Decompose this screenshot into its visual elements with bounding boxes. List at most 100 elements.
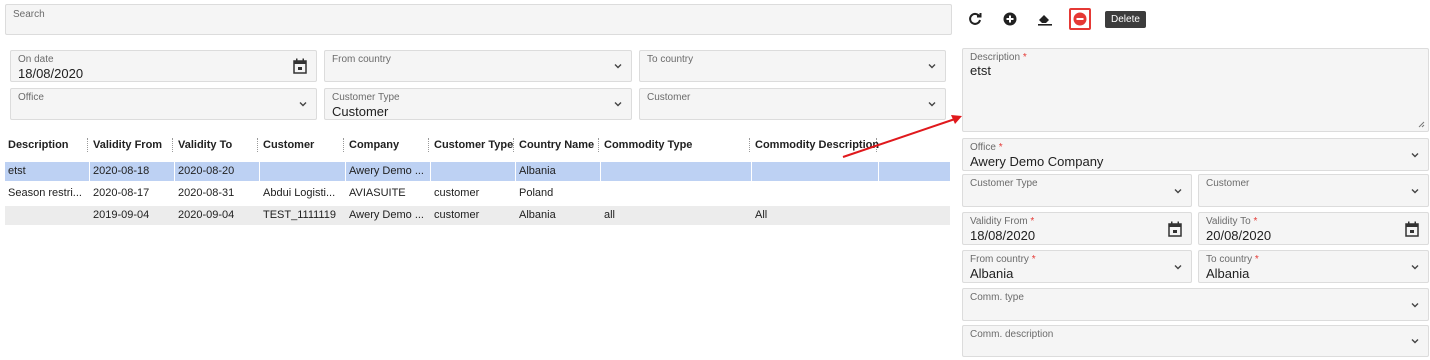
refresh-icon bbox=[969, 12, 982, 25]
table-cell bbox=[5, 206, 90, 225]
required-mark: * bbox=[1022, 52, 1027, 63]
column-header[interactable]: Country Name bbox=[513, 132, 594, 158]
chevron-down-icon bbox=[1411, 187, 1419, 195]
column-header[interactable]: Customer Type bbox=[428, 132, 513, 158]
table-cell bbox=[752, 184, 879, 203]
table-cell: TEST_1111119 bbox=[263, 209, 336, 221]
column-header[interactable]: Description bbox=[5, 132, 69, 158]
clear-button[interactable] bbox=[1034, 8, 1056, 30]
validity-to-value: 20/08/2020 bbox=[1206, 228, 1272, 243]
search-label: Search bbox=[13, 9, 45, 20]
table-row[interactable]: etst 2020-08-18 2020-08-20 Awery Demo ..… bbox=[5, 162, 950, 181]
minus-circle-icon bbox=[1073, 12, 1087, 26]
validity-from-value: 18/08/2020 bbox=[970, 228, 1036, 243]
on-date-value: 18/08/2020 bbox=[18, 66, 84, 81]
validity-to-field[interactable]: Validity To * 20/08/2020 bbox=[1198, 212, 1429, 245]
chevron-down-icon bbox=[1174, 187, 1182, 195]
column-header[interactable]: Commodity Type bbox=[598, 132, 692, 158]
chevron-down-icon bbox=[614, 100, 622, 108]
delete-tooltip: Delete bbox=[1105, 11, 1146, 28]
on-date-field[interactable]: On date 18/08/2020 bbox=[10, 50, 317, 82]
chevron-down-icon bbox=[928, 62, 936, 70]
to-country-select[interactable]: To country * Albania bbox=[1198, 250, 1429, 283]
column-header[interactable]: Commodity Description bbox=[749, 132, 879, 158]
table-row[interactable]: Season restri... 2020-08-17 2020-08-31 A… bbox=[5, 184, 950, 203]
delete-button[interactable] bbox=[1069, 8, 1091, 30]
calendar-icon[interactable] bbox=[1168, 221, 1182, 237]
column-header[interactable]: Company bbox=[343, 132, 399, 158]
chevron-down-icon bbox=[299, 100, 307, 108]
table-cell: all bbox=[604, 209, 616, 221]
chevron-down-icon bbox=[614, 62, 622, 70]
required-mark: * bbox=[1254, 254, 1259, 265]
table-cell bbox=[752, 162, 879, 181]
from-country-label: From country bbox=[970, 254, 1029, 265]
chevron-down-icon bbox=[1411, 151, 1419, 159]
calendar-icon[interactable] bbox=[293, 58, 307, 74]
comm-type-label: Comm. type bbox=[970, 292, 1024, 303]
table-cell: 2019-09-04 bbox=[93, 209, 150, 221]
office-label: Office bbox=[18, 92, 44, 103]
table-cell: AVIASUITE bbox=[349, 187, 406, 199]
table-cell: Awery Demo ... bbox=[349, 209, 424, 221]
required-mark: * bbox=[1031, 254, 1036, 265]
search-input[interactable]: Search bbox=[5, 4, 952, 35]
table-header: Description Validity From Validity To Cu… bbox=[5, 132, 950, 158]
validity-from-label: Validity From bbox=[970, 216, 1028, 227]
add-button[interactable] bbox=[999, 8, 1021, 30]
table-row[interactable]: 2019-09-04 2020-09-04 TEST_1111119 Awery… bbox=[5, 206, 950, 225]
required-mark: * bbox=[998, 142, 1003, 153]
table-cell: customer bbox=[434, 187, 480, 199]
office-label: Office bbox=[970, 142, 996, 153]
chevron-down-icon bbox=[1174, 263, 1182, 271]
to-country-filter[interactable]: To country bbox=[639, 50, 946, 82]
to-country-label: To country bbox=[647, 54, 694, 65]
from-country-select[interactable]: From country * Albania bbox=[962, 250, 1192, 283]
office-filter[interactable]: Office bbox=[10, 88, 317, 120]
office-select[interactable]: Office * Awery Demo Company bbox=[962, 138, 1429, 171]
table-cell bbox=[431, 162, 516, 181]
validity-from-field[interactable]: Validity From * 18/08/2020 bbox=[962, 212, 1192, 245]
chevron-down-icon bbox=[1411, 337, 1419, 345]
table-cell: 2020-08-20 bbox=[175, 162, 260, 181]
from-country-label: From country bbox=[332, 54, 391, 65]
calendar-icon[interactable] bbox=[1405, 221, 1419, 237]
validity-to-label: Validity To bbox=[1206, 216, 1251, 227]
column-header[interactable]: Customer bbox=[257, 132, 314, 158]
table-cell: 2020-08-31 bbox=[178, 187, 235, 199]
customer-filter[interactable]: Customer bbox=[639, 88, 946, 120]
customer-label: Customer bbox=[647, 92, 691, 103]
customer-type-select[interactable]: Customer Type bbox=[962, 174, 1192, 207]
table-cell: Abdui Logisti... bbox=[263, 187, 336, 199]
table-cell: Albania bbox=[516, 162, 601, 181]
customer-type-filter[interactable]: Customer Type Customer bbox=[324, 88, 632, 120]
refresh-button[interactable] bbox=[964, 8, 986, 30]
table-cell: customer bbox=[434, 209, 480, 221]
table-cell: 2020-08-17 bbox=[93, 187, 150, 199]
table-cell bbox=[601, 162, 752, 181]
from-country-filter[interactable]: From country bbox=[324, 50, 632, 82]
comm-description-select[interactable]: Comm. description bbox=[962, 325, 1429, 357]
customer-select[interactable]: Customer bbox=[1198, 174, 1429, 207]
table-cell: Season restri... bbox=[8, 187, 82, 199]
description-textarea[interactable]: Description * etst bbox=[962, 48, 1429, 132]
column-header[interactable]: Validity From bbox=[87, 132, 162, 158]
to-country-label: To country bbox=[1206, 254, 1253, 265]
table-cell: All bbox=[755, 209, 768, 221]
description-value: etst bbox=[970, 63, 991, 78]
comm-description-label: Comm. description bbox=[970, 329, 1054, 340]
office-value: Awery Demo Company bbox=[970, 154, 1104, 169]
comm-type-select[interactable]: Comm. type bbox=[962, 288, 1429, 321]
table-cell: 2020-09-04 bbox=[178, 209, 235, 221]
customer-type-value: Customer bbox=[332, 104, 389, 119]
resize-handle-icon[interactable] bbox=[1418, 121, 1425, 128]
chevron-down-icon bbox=[928, 100, 936, 108]
customer-type-label: Customer Type bbox=[332, 92, 400, 103]
column-header[interactable]: Validity To bbox=[172, 132, 232, 158]
customer-label: Customer bbox=[1206, 178, 1250, 189]
plus-circle-icon bbox=[1003, 12, 1017, 26]
required-mark: * bbox=[1253, 216, 1258, 227]
required-mark: * bbox=[1030, 216, 1035, 227]
to-country-value: Albania bbox=[1206, 266, 1250, 281]
table-cell: Poland bbox=[519, 187, 554, 199]
